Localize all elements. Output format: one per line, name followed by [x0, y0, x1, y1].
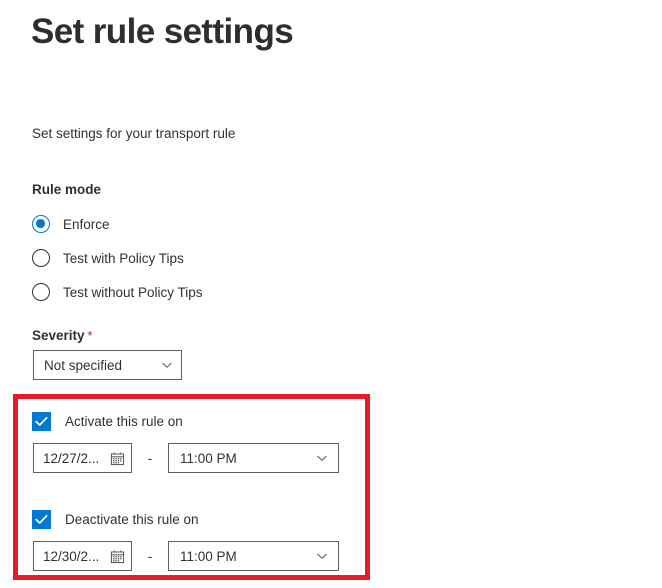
rule-mode-label: Rule mode: [32, 182, 102, 197]
activate-date-value: 12/27/2...: [43, 450, 100, 466]
deactivate-rule-checkbox-row[interactable]: Deactivate this rule on: [32, 509, 199, 529]
chevron-down-icon: [316, 550, 328, 562]
activate-rule-checkbox[interactable]: [32, 411, 51, 431]
activate-range-separator: -: [147, 450, 153, 466]
set-rule-settings-page: Set rule settings Set settings for your …: [0, 0, 662, 588]
activate-time-value: 11:00 PM: [180, 450, 237, 466]
radio-label-test-without-policy-tips: Test without Policy Tips: [63, 284, 203, 300]
severity-label: Severity *: [32, 328, 93, 343]
activate-rule-label: Activate this rule on: [65, 413, 183, 429]
calendar-icon[interactable]: [110, 549, 125, 564]
required-asterisk: *: [87, 328, 93, 343]
activate-date-input[interactable]: 12/27/2...: [33, 443, 132, 473]
page-subtitle: Set settings for your transport rule: [32, 126, 236, 141]
checkmark-icon: [35, 416, 48, 426]
radio-indicator-test-with-policy-tips[interactable]: [32, 249, 50, 267]
calendar-icon[interactable]: [110, 451, 125, 466]
checkmark-icon: [35, 514, 48, 524]
chevron-down-icon: [316, 452, 328, 464]
radio-label-test-with-policy-tips: Test with Policy Tips: [63, 250, 184, 266]
severity-select[interactable]: Not specified: [33, 350, 182, 380]
deactivate-rule-checkbox[interactable]: [32, 509, 51, 529]
deactivate-datetime-row: 12/30/2... - 11:00 PM: [33, 541, 339, 571]
radio-indicator-test-without-policy-tips[interactable]: [32, 283, 50, 301]
deactivate-time-select[interactable]: 11:00 PM: [168, 541, 339, 571]
activate-rule-checkbox-row[interactable]: Activate this rule on: [32, 411, 183, 431]
severity-selected-value: Not specified: [44, 357, 123, 373]
radio-label-enforce: Enforce: [63, 216, 110, 232]
deactivate-date-value: 12/30/2...: [43, 548, 100, 564]
radio-indicator-enforce[interactable]: [32, 215, 50, 233]
deactivate-range-separator: -: [147, 548, 153, 564]
activate-time-select[interactable]: 11:00 PM: [168, 443, 339, 473]
activate-datetime-row: 12/27/2... - 11:00 PM: [33, 443, 339, 473]
chevron-down-icon: [161, 359, 173, 371]
radio-option-test-with-policy-tips[interactable]: Test with Policy Tips: [32, 247, 184, 269]
deactivate-time-value: 11:00 PM: [180, 548, 237, 564]
page-title: Set rule settings: [31, 12, 294, 51]
deactivate-rule-label: Deactivate this rule on: [65, 511, 199, 527]
severity-label-text: Severity: [32, 328, 85, 343]
radio-option-test-without-policy-tips[interactable]: Test without Policy Tips: [32, 281, 203, 303]
deactivate-date-input[interactable]: 12/30/2...: [33, 541, 132, 571]
radio-option-enforce[interactable]: Enforce: [32, 213, 110, 235]
